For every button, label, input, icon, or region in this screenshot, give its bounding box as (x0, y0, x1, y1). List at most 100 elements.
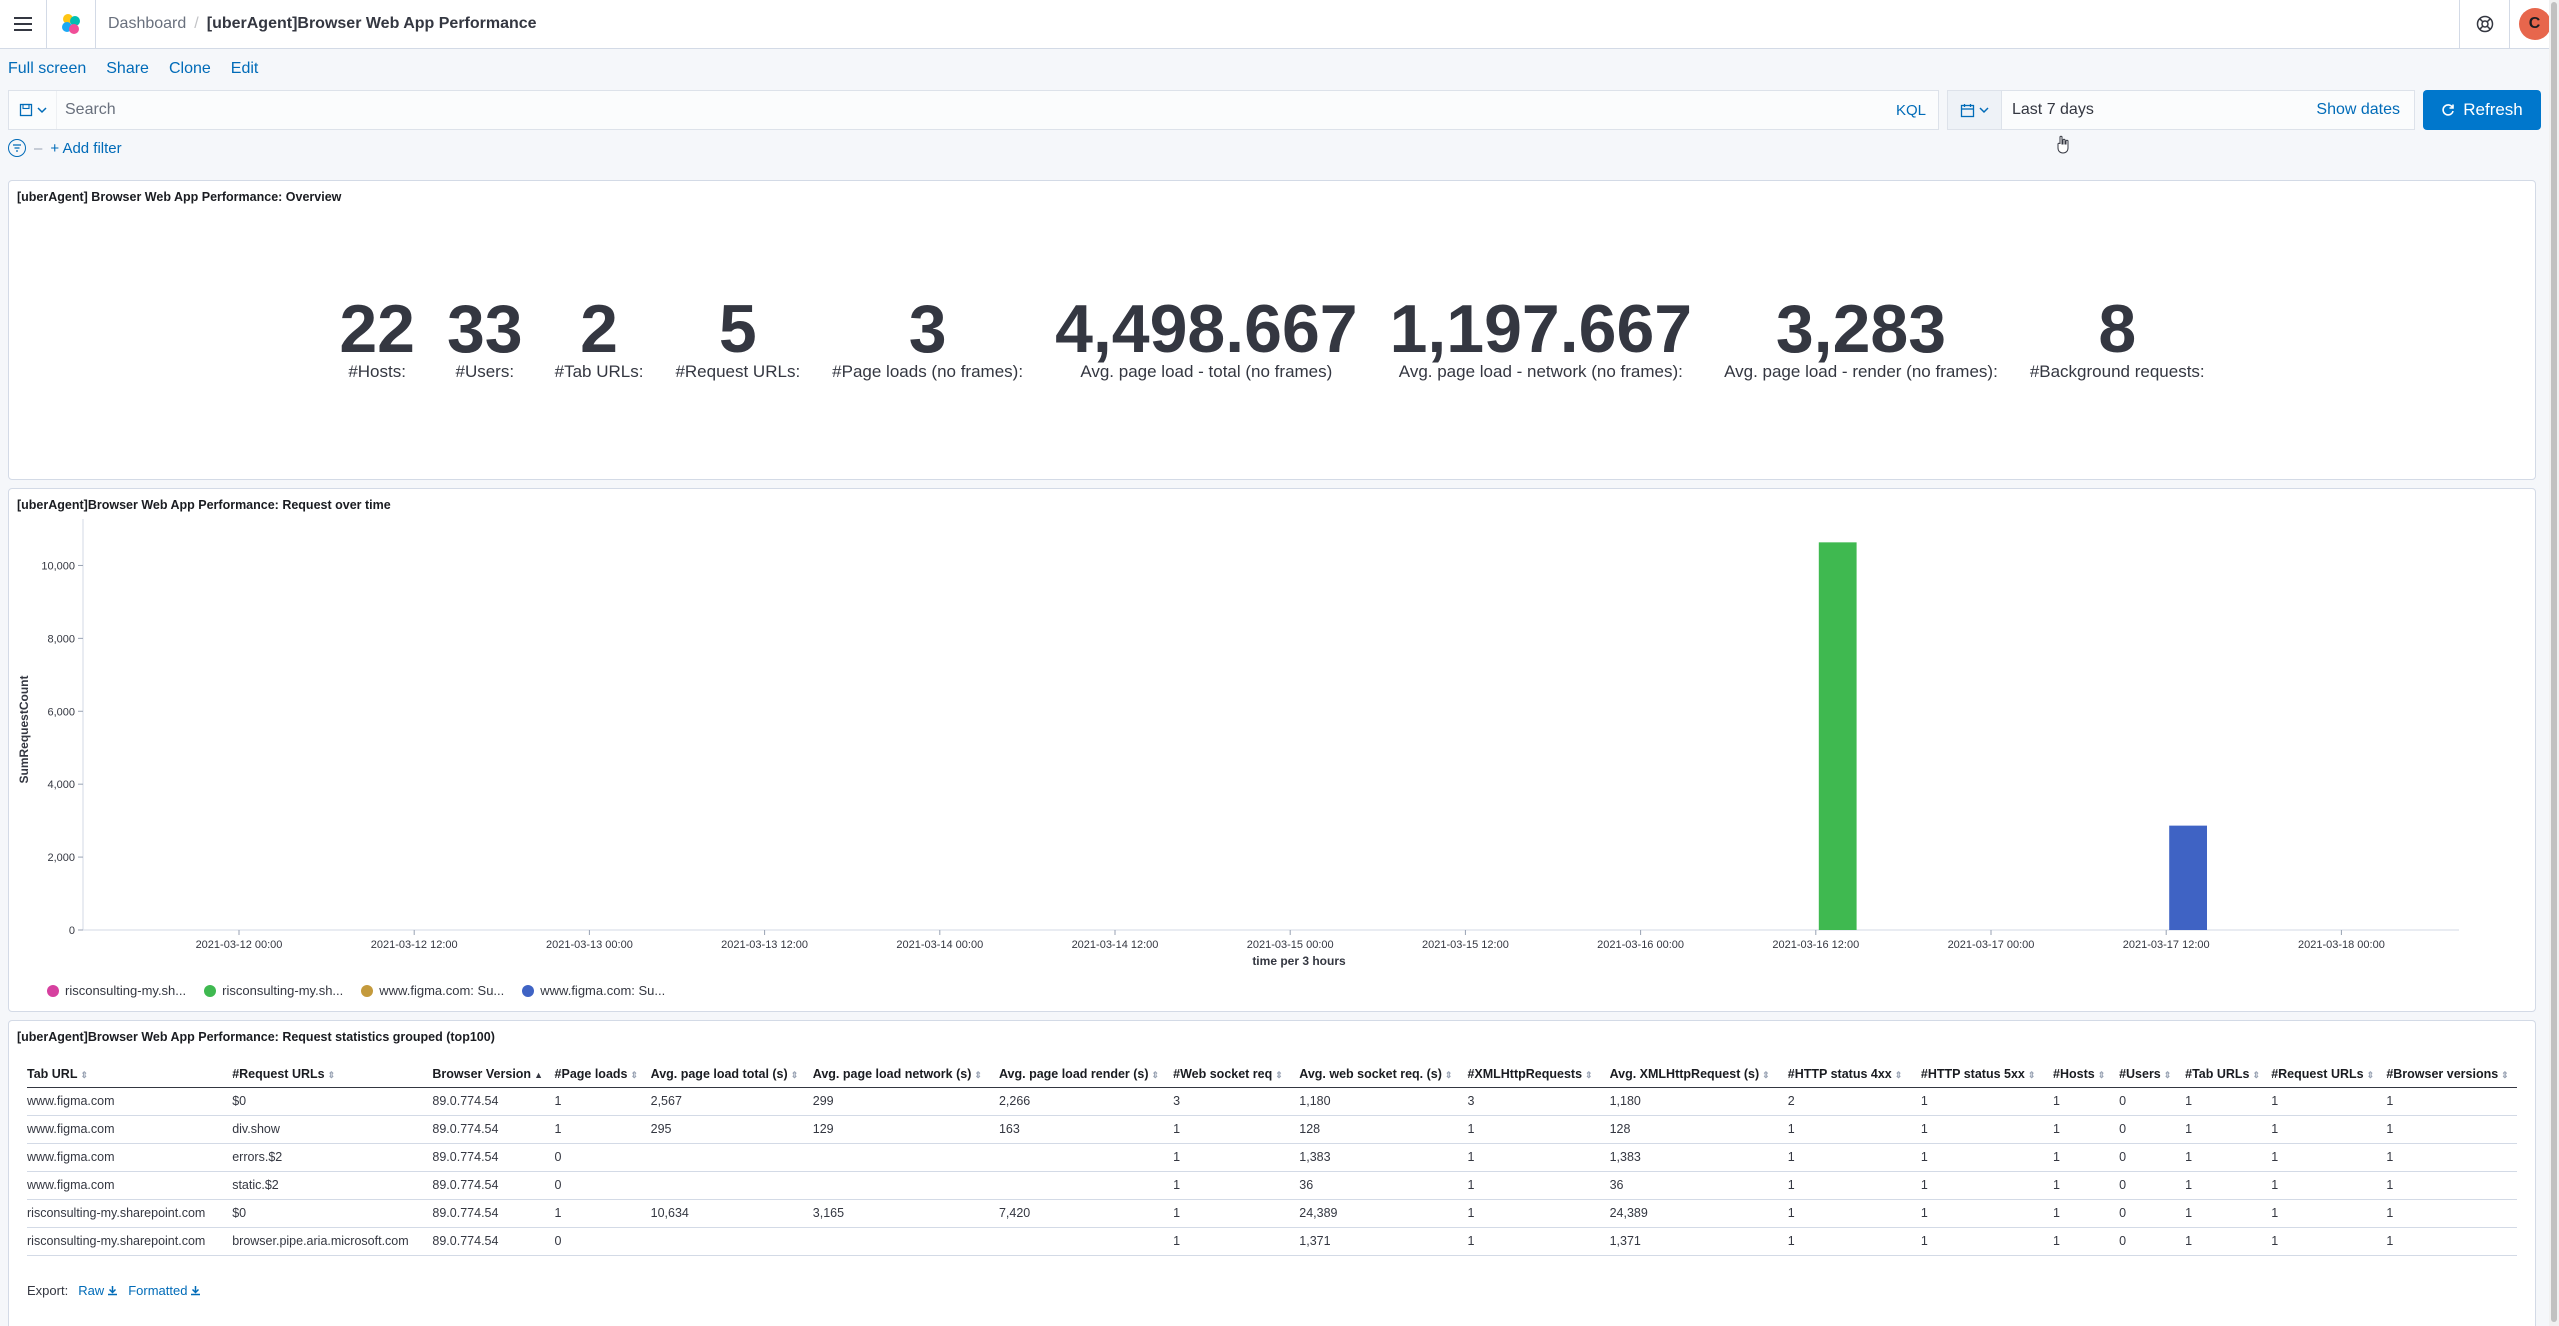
add-filter-button[interactable]: + Add filter (50, 140, 121, 157)
clone-link[interactable]: Clone (169, 60, 211, 78)
show-dates-link[interactable]: Show dates (2316, 101, 2414, 119)
help-icon (2476, 15, 2493, 33)
edit-link[interactable]: Edit (231, 60, 259, 78)
quick-date-button[interactable] (1948, 91, 2002, 129)
metric-background-requests: 8 #Background requests: (2030, 295, 2205, 382)
column-header[interactable]: #Page loads ⇕ (554, 1061, 651, 1088)
table-cell: 1 (1920, 1087, 2053, 1116)
share-link[interactable]: Share (106, 60, 149, 78)
column-header[interactable]: #Hosts ⇕ (2053, 1061, 2120, 1088)
column-header[interactable]: Avg. XMLHttpRequest (s) ⇕ (1609, 1061, 1788, 1088)
kql-toggle[interactable]: KQL (1884, 102, 1938, 119)
breadcrumb-current: [uberAgent]Browser Web App Performance (206, 15, 537, 32)
column-header[interactable]: Avg. page load total (s) ⇕ (650, 1061, 813, 1088)
metric-value: 22 (339, 291, 415, 367)
y-tick-label: 0 (69, 925, 75, 937)
breadcrumb-dashboard[interactable]: Dashboard (108, 15, 186, 33)
sort-icon: ⇕ (1151, 1069, 1160, 1080)
table-cell: 1 (1787, 1199, 1921, 1228)
table-cell: 0 (2119, 1171, 2186, 1200)
x-tick-label: 2021-03-12 12:00 (371, 939, 458, 951)
metric-hosts: 22 #Hosts: (339, 291, 415, 382)
table-cell: $0 (232, 1199, 433, 1228)
help-button[interactable] (2459, 0, 2509, 49)
table-cell (650, 1227, 813, 1256)
metric-avg-total: 4,498.667 Avg. page load - total (no fra… (1055, 295, 1358, 382)
legend-item[interactable]: risconsulting-my.sh... (204, 983, 343, 998)
x-tick-label: 2021-03-12 00:00 (196, 939, 283, 951)
saved-query-button[interactable] (9, 91, 57, 129)
column-header-label: #Web socket req (1173, 1066, 1273, 1081)
metric-avg-render: 3,283 Avg. page load - render (no frames… (1724, 291, 1998, 382)
legend-item[interactable]: www.figma.com: Su... (361, 983, 504, 998)
column-header[interactable]: Avg. page load render (s) ⇕ (998, 1061, 1174, 1088)
page-scrollbar[interactable] (2549, 0, 2559, 1326)
metric-label: #Users: (455, 362, 515, 381)
table-cell: 1 (2271, 1171, 2387, 1200)
column-header[interactable]: #HTTP status 5xx ⇕ (1920, 1061, 2053, 1088)
table-cell: 24,389 (1609, 1199, 1788, 1228)
column-header[interactable]: #Browser versions ⇕ (2386, 1061, 2517, 1088)
column-header[interactable]: #Request URLs ⇕ (2271, 1061, 2387, 1088)
column-header-label: #Hosts (2053, 1066, 2095, 1081)
elastic-logo[interactable] (46, 0, 96, 49)
full-screen-link[interactable]: Full screen (8, 60, 86, 78)
column-header[interactable]: Avg. page load network (s) ⇕ (812, 1061, 999, 1088)
mouse-cursor-icon (2057, 135, 2069, 154)
sort-icon: ⇕ (1762, 1069, 1770, 1080)
table-cell: 1 (1173, 1171, 1300, 1200)
menu-button[interactable] (0, 0, 46, 49)
table-cell: 1 (2271, 1087, 2387, 1116)
metric-value: 3,283 (1775, 291, 1947, 367)
column-header[interactable]: #Web socket req ⇕ (1173, 1061, 1300, 1088)
metric-users: 33 #Users: (447, 295, 523, 382)
sort-icon: ⇕ (80, 1069, 89, 1080)
column-header-label: #HTTP status 4xx (1787, 1066, 1892, 1081)
table-cell: 89.0.774.54 (432, 1143, 555, 1172)
legend-label: risconsulting-my.sh... (65, 983, 187, 998)
legend-item[interactable]: www.figma.com: Su... (522, 983, 665, 998)
export-raw-link[interactable]: Raw (78, 1283, 118, 1298)
table-cell: 1,180 (1299, 1087, 1468, 1116)
table-cell: www.figma.com (27, 1115, 233, 1144)
search-input[interactable] (57, 91, 1884, 129)
date-range-value[interactable]: Last 7 days (2002, 101, 2316, 119)
table-cell: 1 (2386, 1115, 2517, 1144)
table-cell: 1 (1787, 1171, 1921, 1200)
column-header[interactable]: Browser Version ▲ (432, 1061, 555, 1088)
x-tick-label: 2021-03-13 00:00 (546, 939, 633, 951)
scrollbar-thumb[interactable] (2551, 2, 2557, 1322)
column-header[interactable]: #Tab URLs ⇕ (2185, 1061, 2272, 1088)
filter-divider: – (34, 139, 43, 157)
table-cell: 1 (2271, 1115, 2387, 1144)
column-header-label: Browser Version (432, 1066, 532, 1081)
column-header[interactable]: #Users ⇕ (2119, 1061, 2186, 1088)
metric-avg-network: 1,197.667 Avg. page load - network (no f… (1390, 295, 1693, 382)
export-formatted-link[interactable]: Formatted (128, 1283, 201, 1298)
refresh-button[interactable]: Refresh (2423, 90, 2541, 130)
legend-dot (47, 984, 59, 997)
sort-icon: ⇕ (2097, 1069, 2106, 1080)
column-header[interactable]: #HTTP status 4xx ⇕ (1787, 1061, 1921, 1088)
legend-label: www.figma.com: Su... (379, 983, 505, 998)
table-cell: 1 (2386, 1199, 2517, 1228)
column-header-label: #Request URLs (2271, 1066, 2364, 1081)
sort-icon: ⇕ (790, 1069, 799, 1080)
filter-options-icon[interactable] (8, 139, 26, 157)
table-cell: 1 (2185, 1115, 2272, 1144)
table-cell: $0 (232, 1087, 433, 1116)
table-cell: div.show (232, 1115, 433, 1144)
download-icon (191, 1286, 201, 1296)
x-tick-label: 2021-03-16 12:00 (1772, 939, 1859, 951)
table-cell: 1 (1920, 1171, 2053, 1200)
table-cell: 163 (998, 1115, 1174, 1144)
table-cell: 2,266 (998, 1087, 1174, 1116)
table-cell (998, 1143, 1174, 1172)
column-header[interactable]: Avg. web socket req. (s) ⇕ (1299, 1061, 1468, 1088)
legend-item[interactable]: risconsulting-my.sh... (47, 983, 186, 998)
column-header[interactable]: #XMLHttpRequests ⇕ (1467, 1061, 1610, 1088)
column-header[interactable]: Tab URL ⇕ (27, 1061, 233, 1088)
sort-icon: ⇕ (1585, 1069, 1593, 1080)
table-cell: 10,634 (650, 1199, 813, 1228)
column-header[interactable]: #Request URLs ⇕ (232, 1061, 433, 1088)
